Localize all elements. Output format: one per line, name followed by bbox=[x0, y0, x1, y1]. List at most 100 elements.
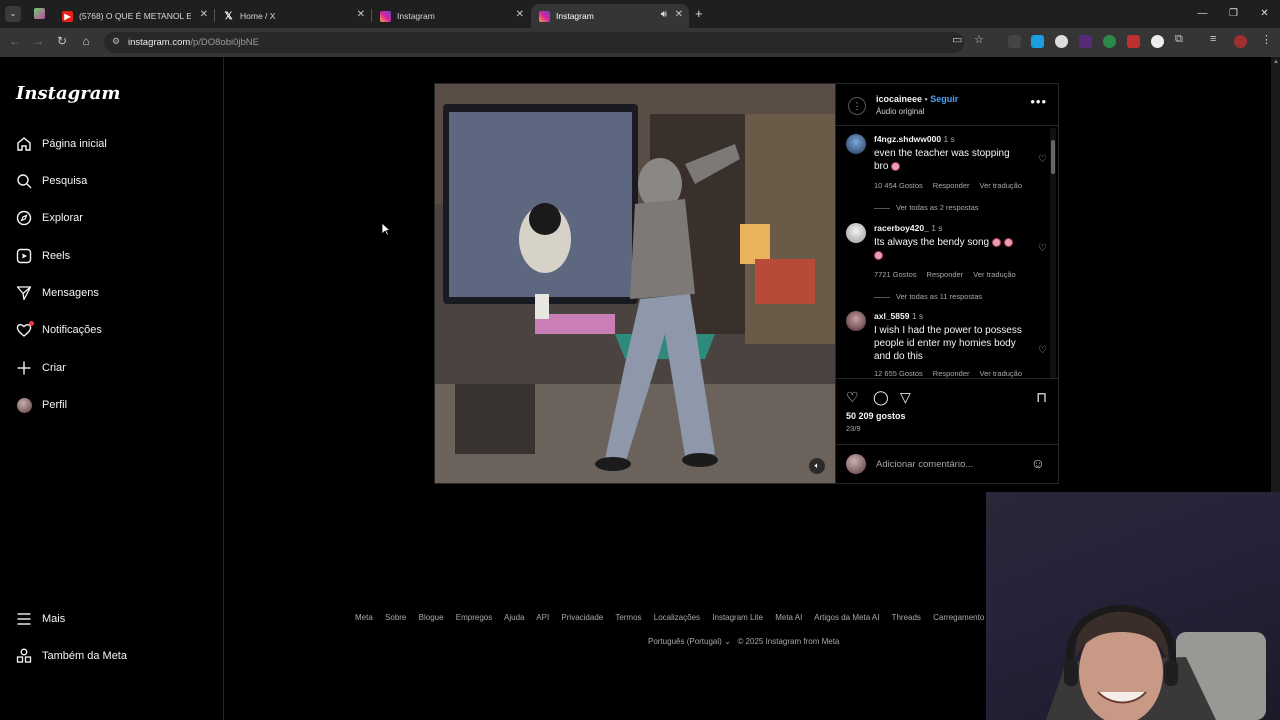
extension-icon[interactable] bbox=[1103, 35, 1116, 48]
emoji-picker-icon[interactable]: ☺ bbox=[1031, 455, 1045, 471]
tab-group-icon[interactable] bbox=[34, 8, 45, 19]
view-replies-button[interactable]: Ver todas as 11 respostas bbox=[874, 292, 982, 301]
site-info-icon[interactable]: ⚙ bbox=[112, 36, 120, 47]
nav-notifications[interactable]: Notificações bbox=[16, 318, 102, 342]
like-count[interactable]: 50 209 gostos bbox=[846, 411, 906, 421]
follow-button[interactable]: Seguir bbox=[930, 94, 958, 104]
footer-link[interactable]: Artigos da Meta AI bbox=[814, 613, 879, 622]
add-comment-input[interactable]: Adicionar comentário... bbox=[876, 459, 973, 470]
comment-likes: 10 454 Gostos bbox=[874, 181, 923, 190]
audio-label[interactable]: Áudio original bbox=[876, 107, 924, 116]
volume-icon[interactable]: 🔈︎ bbox=[809, 458, 825, 474]
save-bookmark-icon[interactable]: ⊓ bbox=[1036, 389, 1047, 406]
nav-search[interactable]: Pesquisa bbox=[16, 169, 87, 193]
nav-home[interactable]: Página inicial bbox=[16, 132, 107, 156]
post-username[interactable]: icocaineee bbox=[876, 94, 922, 104]
tab-x[interactable]: 𝕏 Home / X ✕ bbox=[215, 4, 371, 28]
back-button[interactable]: ← bbox=[6, 34, 24, 48]
footer-link[interactable]: Localizações bbox=[654, 613, 700, 622]
reload-button[interactable]: ↻ bbox=[53, 34, 71, 48]
forward-button[interactable]: → bbox=[29, 34, 47, 48]
webcam-overlay bbox=[986, 492, 1280, 720]
post-video[interactable]: 🔈︎ bbox=[435, 84, 835, 483]
footer-link[interactable]: Privacidade bbox=[561, 613, 603, 622]
heart-icon bbox=[16, 321, 34, 338]
footer-link[interactable]: API bbox=[536, 613, 549, 622]
footer-link[interactable]: Meta AI bbox=[775, 613, 802, 622]
extension-icon[interactable] bbox=[1151, 35, 1164, 48]
footer-link[interactable]: Blogue bbox=[419, 613, 444, 622]
cast-icon[interactable]: ▭ bbox=[952, 33, 962, 46]
dot-separator: • bbox=[924, 94, 928, 104]
post-header: ⋮ icocaineee • Seguir Áudio original ••• bbox=[836, 84, 1059, 126]
translate-button[interactable]: Ver tradução bbox=[973, 270, 1016, 279]
comments-scrollbar[interactable] bbox=[1050, 128, 1056, 378]
speaker-icon[interactable]: 🔊︎ bbox=[661, 9, 667, 20]
nav-also-from-meta[interactable]: Também da Meta bbox=[16, 644, 127, 668]
more-options-icon[interactable]: ••• bbox=[1030, 94, 1047, 109]
close-icon[interactable]: ✕ bbox=[357, 9, 365, 20]
extension-icon[interactable] bbox=[1127, 35, 1140, 48]
tab-instagram-active[interactable]: Instagram 🔊︎ ✕ bbox=[531, 4, 689, 28]
extensions-puzzle-icon[interactable]: ⧉ bbox=[1175, 33, 1183, 46]
address-bar[interactable]: ⚙ instagram.com/p/DO8obi0jbNE bbox=[104, 32, 964, 53]
bookmark-star-icon[interactable]: ☆ bbox=[974, 33, 984, 46]
comment-username[interactable]: axl_5859 bbox=[874, 311, 909, 321]
footer-link[interactable]: Meta bbox=[355, 613, 373, 622]
comment-username[interactable]: f4ngz.shdww000 bbox=[874, 134, 941, 144]
reply-button[interactable]: Responder bbox=[927, 270, 964, 279]
translate-button[interactable]: Ver tradução bbox=[980, 369, 1023, 378]
close-icon[interactable]: ✕ bbox=[200, 9, 208, 20]
footer-link[interactable]: Instagram Lite bbox=[712, 613, 763, 622]
home-button[interactable]: ⌂ bbox=[77, 34, 95, 48]
nav-explore[interactable]: Explorar bbox=[16, 206, 83, 230]
restore-button[interactable]: ❐ bbox=[1218, 0, 1249, 28]
extension-icon[interactable] bbox=[1055, 35, 1068, 48]
media-controls-icon[interactable]: ≡ bbox=[1210, 33, 1216, 45]
comment-like-icon[interactable]: ♡ bbox=[1038, 154, 1047, 165]
comment-username[interactable]: racerboy420_ bbox=[874, 223, 929, 233]
share-send-icon[interactable]: ▽ bbox=[900, 389, 911, 406]
comment-like-icon[interactable]: ♡ bbox=[1038, 345, 1047, 356]
view-replies-button[interactable]: Ver todas as 2 respostas bbox=[874, 203, 979, 212]
scroll-up-arrow-icon[interactable]: ▲ bbox=[1273, 59, 1279, 67]
footer-link[interactable]: Empregos bbox=[456, 613, 492, 622]
footer-link[interactable]: Threads bbox=[892, 613, 921, 622]
nav-reels[interactable]: Reels bbox=[16, 244, 70, 268]
comment-bubble-icon[interactable]: ◯ bbox=[873, 389, 889, 406]
footer-link[interactable]: Sobre bbox=[385, 613, 406, 622]
scrollbar-thumb[interactable] bbox=[1051, 140, 1055, 174]
footer-link[interactable]: Ajuda bbox=[504, 613, 524, 622]
commenter-avatar[interactable] bbox=[846, 223, 866, 243]
new-tab-button[interactable]: + bbox=[695, 6, 703, 21]
tab-instagram[interactable]: Instagram ✕ bbox=[372, 4, 530, 28]
reply-button[interactable]: Responder bbox=[933, 181, 970, 190]
footer-link[interactable]: Carregamento de cont bbox=[933, 613, 985, 622]
nav-messages[interactable]: Mensagens bbox=[16, 281, 99, 305]
translate-button[interactable]: Ver tradução bbox=[980, 181, 1023, 190]
close-window-button[interactable]: ✕ bbox=[1249, 0, 1280, 28]
commenter-avatar[interactable] bbox=[846, 134, 866, 154]
nav-more[interactable]: Mais bbox=[16, 607, 65, 631]
nav-create[interactable]: Criar bbox=[16, 356, 66, 380]
minimize-button[interactable]: — bbox=[1187, 0, 1218, 28]
extension-icon[interactable] bbox=[1079, 35, 1092, 48]
instagram-logo[interactable]: Instagram bbox=[16, 83, 120, 104]
footer-link[interactable]: Termos bbox=[615, 613, 641, 622]
tab-search-dropdown[interactable]: ⌄ bbox=[5, 6, 21, 22]
nav-label: Criar bbox=[42, 362, 66, 374]
tab-youtube[interactable]: ▶ (5768) O QUE É METANOL E CO ✕ bbox=[54, 4, 214, 28]
language-selector[interactable]: Português (Portugal) ⌄ bbox=[648, 637, 731, 646]
profile-avatar[interactable] bbox=[1234, 35, 1247, 48]
close-icon[interactable]: ✕ bbox=[516, 9, 524, 20]
browser-menu-icon[interactable]: ⋮ bbox=[1261, 33, 1272, 46]
commenter-avatar[interactable] bbox=[846, 311, 866, 331]
like-heart-icon[interactable]: ♡ bbox=[846, 389, 859, 406]
nav-profile[interactable]: Perfil bbox=[16, 393, 67, 417]
extension-icon[interactable] bbox=[1031, 35, 1044, 48]
close-icon[interactable]: ✕ bbox=[675, 9, 683, 20]
audio-wave-icon[interactable]: ⋮ bbox=[848, 97, 866, 115]
comment-like-icon[interactable]: ♡ bbox=[1038, 243, 1047, 254]
reply-button[interactable]: Responder bbox=[933, 369, 970, 378]
extension-icon[interactable] bbox=[1008, 35, 1021, 48]
